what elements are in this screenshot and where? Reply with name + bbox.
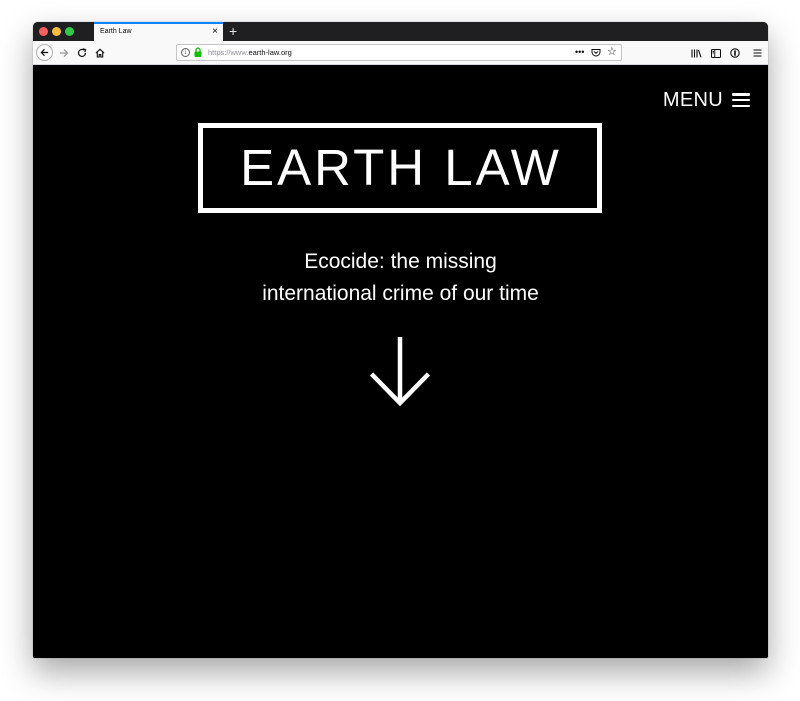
menu-label: MENU — [662, 89, 723, 111]
site-info-icon[interactable]: i — [181, 48, 190, 57]
url-protocol: https://www. — [208, 48, 249, 57]
close-tab-icon[interactable]: × — [212, 26, 218, 38]
tab-strip: Earth Law × + — [33, 22, 768, 41]
hamburger-icon — [732, 93, 750, 107]
pocket-icon[interactable] — [591, 48, 601, 57]
browser-window: Earth Law × + i https://www.earth-law.or… — [33, 22, 768, 658]
tagline-line-2: international crime of our time — [262, 282, 539, 305]
minimize-window-button[interactable] — [52, 27, 61, 36]
tab-title: Earth Law — [100, 28, 132, 35]
site-logo[interactable]: EARTH LAW — [198, 123, 602, 213]
reload-icon[interactable] — [74, 45, 90, 61]
tab-earth-law[interactable]: Earth Law × — [94, 22, 223, 41]
home-icon[interactable] — [92, 45, 108, 61]
page-content: MENU EARTH LAW Ecocide: the missing inte… — [33, 65, 768, 658]
hamburger-bar — [732, 98, 750, 102]
navigation-toolbar: i https://www.earth-law.org ••• ☆ — [33, 41, 768, 65]
zoom-window-button[interactable] — [65, 27, 74, 36]
bookmark-star-icon[interactable]: ☆ — [607, 46, 617, 59]
lock-icon — [194, 47, 202, 57]
logo-text: EARTH LAW — [240, 139, 562, 196]
forward-arrow-icon[interactable] — [56, 45, 72, 61]
menu-button[interactable]: MENU — [663, 90, 750, 110]
scroll-down-arrow-icon[interactable] — [369, 335, 431, 407]
address-bar[interactable]: i https://www.earth-law.org ••• ☆ — [176, 44, 622, 61]
hamburger-menu-icon[interactable] — [750, 45, 764, 61]
sidebar-icon[interactable] — [709, 45, 723, 61]
hamburger-bar — [732, 93, 750, 96]
page-actions-icon[interactable]: ••• — [575, 46, 584, 58]
url-domain: earth-law.org — [248, 48, 292, 57]
library-icon[interactable] — [689, 45, 703, 61]
hamburger-bar — [732, 104, 750, 107]
account-icon[interactable] — [728, 45, 742, 61]
url-text[interactable]: https://www.earth-law.org — [208, 48, 292, 57]
close-window-button[interactable] — [39, 27, 48, 36]
tagline: Ecocide: the missing international crime… — [33, 246, 768, 310]
back-arrow-icon[interactable] — [36, 44, 53, 61]
tagline-line-1: Ecocide: the missing — [304, 250, 497, 273]
new-tab-button[interactable]: + — [229, 23, 237, 39]
